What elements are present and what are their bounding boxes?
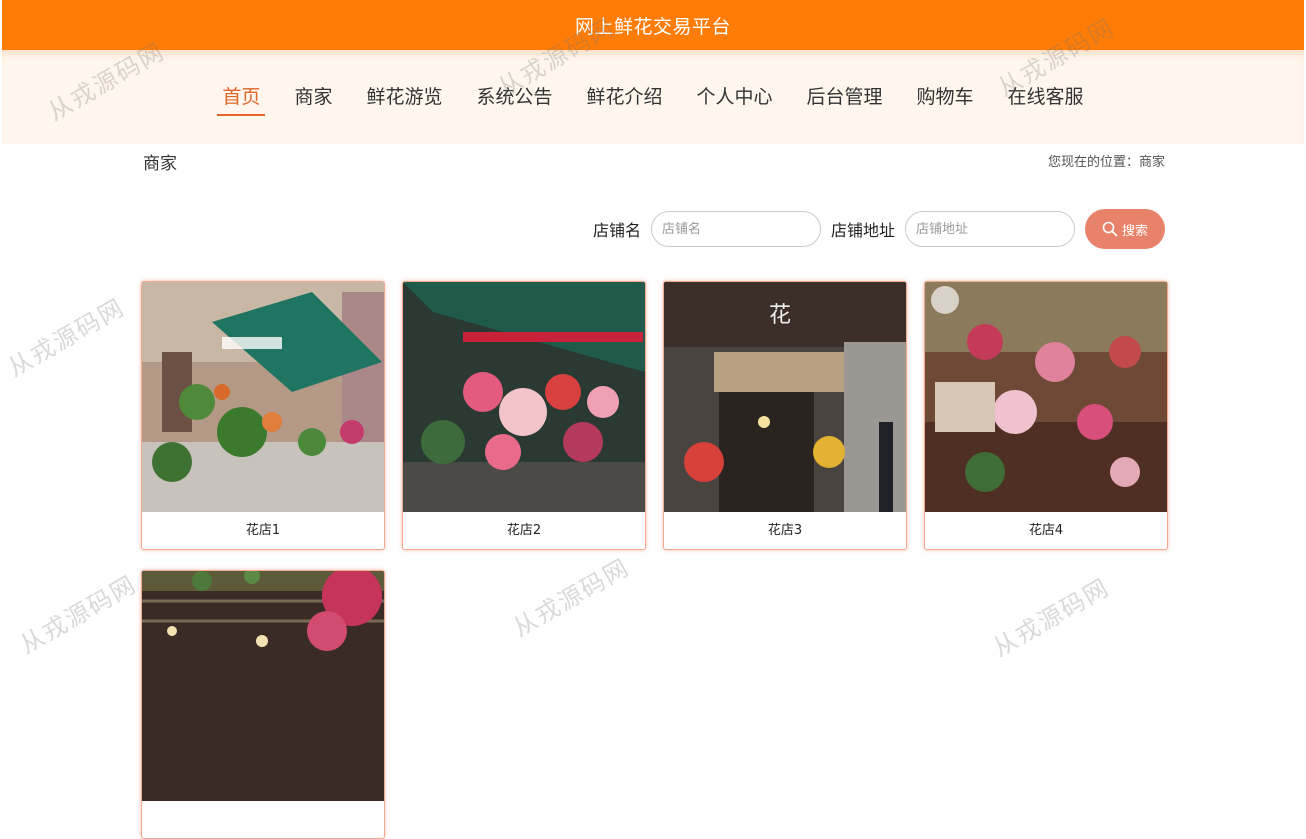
shop-name: 花店1 — [245, 523, 281, 538]
shop-card[interactable]: 花店1 — [141, 281, 385, 550]
nav-item-flower-intro[interactable]: 鲜花介绍 — [581, 50, 667, 144]
breadcrumb: 您现在的位置：商家 — [1047, 155, 1165, 170]
shop-card[interactable]: 花 花店3 — [663, 281, 907, 550]
shop-image — [142, 571, 384, 801]
shop-name: 花店4 — [1028, 523, 1064, 538]
search-button-label: 搜索 — [1121, 222, 1148, 238]
shop-card[interactable]: 花店4 — [924, 281, 1168, 550]
nav-menu: 首页 商家 鲜花游览 系统公告 鲜花介绍 个人中心 后台管理 购物车 在线客服 — [2, 50, 1304, 144]
shop-image — [925, 282, 1167, 512]
shop-name: 花店2 — [506, 523, 542, 538]
page-title: 商家 — [143, 154, 177, 174]
shop-grid: 花店1 花店2 花 花店3 花店4 — [141, 281, 1168, 839]
watermark: 从戎源码网 — [14, 570, 142, 660]
nav-item-support[interactable]: 在线客服 — [1003, 50, 1089, 144]
search-button[interactable]: 搜索 — [1085, 209, 1165, 249]
shop-card[interactable] — [141, 570, 385, 839]
svg-text:花: 花 — [769, 303, 791, 328]
search-form: 店铺名 店铺地址 搜索 — [593, 209, 1165, 249]
shop-image — [403, 282, 645, 512]
shop-image: 花 — [664, 282, 906, 512]
shop-address-label: 店铺地址 — [830, 221, 895, 240]
shop-name — [142, 801, 384, 838]
watermark: 从戎源码网 — [2, 293, 130, 383]
nav-item-flower-browse[interactable]: 鲜花游览 — [361, 50, 447, 144]
nav-item-home[interactable]: 首页 — [217, 50, 266, 144]
site-title: 网上鲜花交易平台 — [574, 15, 731, 38]
nav-item-profile[interactable]: 个人中心 — [692, 50, 778, 144]
search-icon — [1102, 221, 1118, 237]
nav-bar: 首页 商家 鲜花游览 系统公告 鲜花介绍 个人中心 后台管理 购物车 在线客服 — [2, 50, 1304, 144]
shop-address-input[interactable] — [905, 211, 1075, 247]
shop-name: 花店3 — [767, 523, 803, 538]
shop-name-label: 店铺名 — [592, 221, 641, 240]
shop-image — [142, 282, 384, 512]
site-header: 网上鲜花交易平台 — [2, 0, 1304, 50]
nav-item-admin[interactable]: 后台管理 — [802, 50, 888, 144]
nav-item-merchants[interactable]: 商家 — [289, 50, 337, 144]
shop-name-input[interactable] — [650, 211, 821, 247]
nav-item-cart[interactable]: 购物车 — [912, 50, 979, 144]
nav-item-announcements[interactable]: 系统公告 — [471, 50, 557, 144]
shop-card[interactable]: 花店2 — [402, 281, 646, 550]
